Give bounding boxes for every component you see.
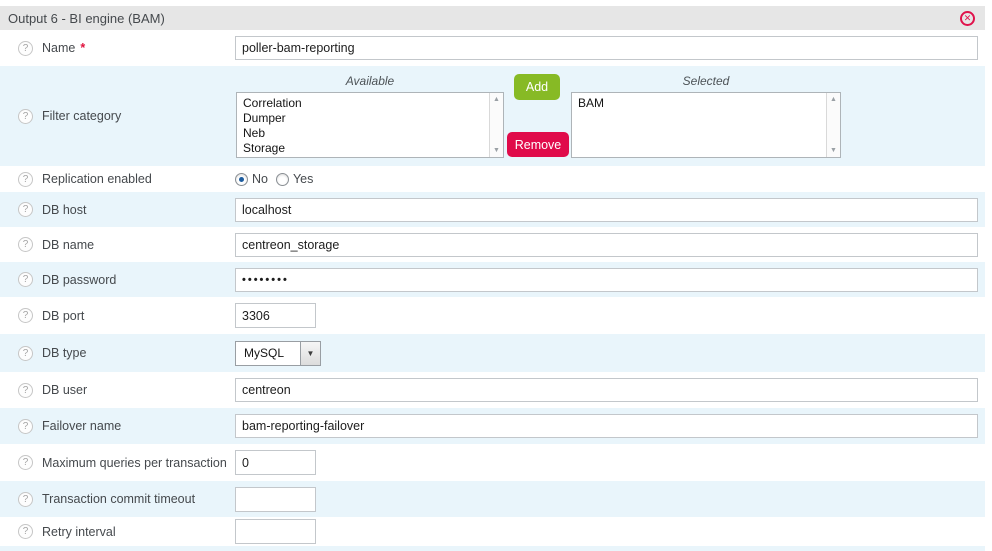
replication-radio-group: No Yes xyxy=(235,172,321,186)
form-row-filter-category: ? Filter category Available Correlation … xyxy=(0,66,985,166)
form-row-db-user: ? DB user xyxy=(0,372,985,408)
failover-name-input[interactable] xyxy=(235,414,978,438)
db-port-label: DB port xyxy=(42,309,84,323)
list-item[interactable]: Dumper xyxy=(243,111,485,126)
retry-interval-input[interactable] xyxy=(235,519,316,544)
scrollbar[interactable]: ▲ ▼ xyxy=(826,93,840,157)
scroll-down-icon[interactable]: ▼ xyxy=(490,147,503,154)
dual-listbox: Available Correlation Dumper Neb Storage… xyxy=(235,66,978,166)
radio-yes[interactable] xyxy=(276,173,289,186)
db-host-input[interactable] xyxy=(235,198,978,222)
max-queries-label: Maximum queries per transaction xyxy=(42,456,227,470)
available-listbox[interactable]: Correlation Dumper Neb Storage ▲ ▼ xyxy=(236,92,504,158)
name-label: Name xyxy=(42,41,75,55)
db-user-label: DB user xyxy=(42,383,87,397)
output-config-panel: Output 6 - BI engine (BAM) ✕ ? Name * ? … xyxy=(0,6,985,551)
radio-no-label: No xyxy=(252,172,268,186)
help-icon[interactable]: ? xyxy=(18,202,33,217)
help-icon[interactable]: ? xyxy=(18,109,33,124)
help-icon[interactable]: ? xyxy=(18,308,33,323)
chevron-down-icon[interactable]: ▼ xyxy=(300,342,320,365)
scrollbar[interactable]: ▲ ▼ xyxy=(489,93,503,157)
help-icon[interactable]: ? xyxy=(18,41,33,56)
add-button[interactable]: Add xyxy=(514,74,560,100)
max-queries-input[interactable] xyxy=(235,450,316,475)
available-list-title: Available xyxy=(236,66,504,92)
required-asterisk: * xyxy=(80,41,85,55)
list-item[interactable]: Storage xyxy=(243,141,485,156)
form-row-retry-interval: ? Retry interval xyxy=(0,517,985,546)
form-row-db-password: ? DB password xyxy=(0,262,985,297)
help-icon[interactable]: ? xyxy=(18,383,33,398)
scroll-up-icon[interactable]: ▲ xyxy=(490,96,503,103)
db-user-input[interactable] xyxy=(235,378,978,402)
filter-category-label: Filter category xyxy=(42,109,121,123)
db-password-label: DB password xyxy=(42,273,116,287)
form-row-failover-name: ? Failover name xyxy=(0,408,985,444)
remove-button[interactable]: Remove xyxy=(507,132,569,157)
radio-no[interactable] xyxy=(235,173,248,186)
failover-name-label: Failover name xyxy=(42,419,121,433)
replication-enabled-label: Replication enabled xyxy=(42,172,152,186)
form-row-commit-timeout: ? Transaction commit timeout xyxy=(0,481,985,517)
radio-yes-label: Yes xyxy=(293,172,313,186)
form-row-replication-enabled: ? Replication enabled No Yes xyxy=(0,166,985,192)
db-type-label: DB type xyxy=(42,346,86,360)
help-icon[interactable]: ? xyxy=(18,172,33,187)
form-row-db-name: ? DB name xyxy=(0,227,985,262)
db-name-label: DB name xyxy=(42,238,94,252)
retry-interval-label: Retry interval xyxy=(42,525,116,539)
form-row-name: ? Name * xyxy=(0,30,985,66)
help-icon[interactable]: ? xyxy=(18,455,33,470)
help-icon[interactable]: ? xyxy=(18,237,33,252)
form-row-db-host: ? DB host xyxy=(0,192,985,227)
form-row-max-queries: ? Maximum queries per transaction xyxy=(0,444,985,481)
list-item[interactable]: Correlation xyxy=(243,96,485,111)
scroll-up-icon[interactable]: ▲ xyxy=(827,96,840,103)
form-row-db-type: ? DB type MySQL ▼ xyxy=(0,334,985,372)
db-type-select[interactable]: MySQL ▼ xyxy=(235,341,321,366)
help-icon[interactable]: ? xyxy=(18,524,33,539)
panel-header: Output 6 - BI engine (BAM) ✕ xyxy=(0,6,985,30)
list-item[interactable]: Neb xyxy=(243,126,485,141)
db-host-label: DB host xyxy=(42,203,86,217)
commit-timeout-input[interactable] xyxy=(235,487,316,512)
next-row-edge xyxy=(0,546,985,551)
name-input[interactable] xyxy=(235,36,978,60)
help-icon[interactable]: ? xyxy=(18,419,33,434)
help-icon[interactable]: ? xyxy=(18,346,33,361)
db-port-input[interactable] xyxy=(235,303,316,328)
panel-title: Output 6 - BI engine (BAM) xyxy=(8,11,960,26)
db-password-input[interactable] xyxy=(235,268,978,292)
selected-list-title: Selected xyxy=(571,66,841,92)
list-item[interactable]: BAM xyxy=(578,96,822,111)
help-icon[interactable]: ? xyxy=(18,492,33,507)
db-name-input[interactable] xyxy=(235,233,978,257)
close-icon[interactable]: ✕ xyxy=(960,11,975,26)
db-type-selected-value: MySQL xyxy=(236,346,300,360)
selected-listbox[interactable]: BAM ▲ ▼ xyxy=(571,92,841,158)
form-row-db-port: ? DB port xyxy=(0,297,985,334)
help-icon[interactable]: ? xyxy=(18,272,33,287)
scroll-down-icon[interactable]: ▼ xyxy=(827,147,840,154)
commit-timeout-label: Transaction commit timeout xyxy=(42,492,195,506)
